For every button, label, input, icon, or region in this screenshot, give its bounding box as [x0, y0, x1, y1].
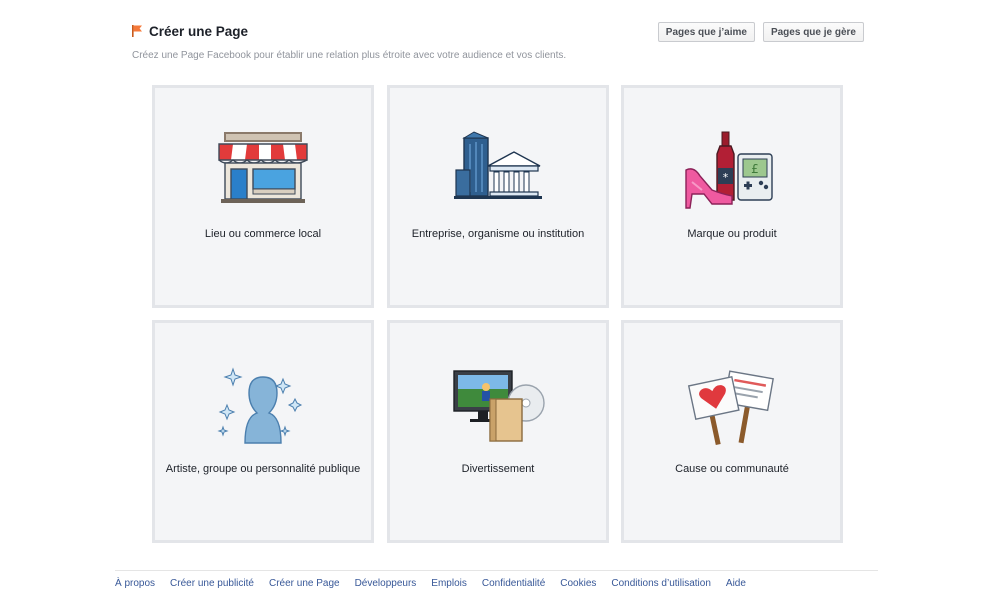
page-header: Créer une Page Créez une Page Facebook p… [131, 21, 864, 65]
category-label: Divertissement [461, 463, 535, 475]
footer-link-help[interactable]: Aide [726, 578, 746, 589]
category-label: Marque ou produit [687, 228, 777, 240]
category-label: Cause ou communauté [675, 463, 789, 475]
cause-signs-icon [682, 365, 782, 447]
category-label: Entreprise, organisme ou institution [411, 228, 585, 240]
header-buttons: Pages que j’aime Pages que je gère [657, 22, 864, 42]
category-label: Artiste, groupe ou personnalité publique [165, 463, 361, 475]
category-card-local-business[interactable]: Lieu ou commerce local [152, 85, 374, 308]
category-label: Lieu ou commerce local [204, 228, 322, 240]
footer-link-developers[interactable]: Développeurs [355, 578, 417, 589]
category-card-public-figure[interactable]: Artiste, groupe ou personnalité publique [152, 320, 374, 543]
liked-pages-button[interactable]: Pages que j’aime [657, 22, 755, 42]
footer-link-create-page[interactable]: Créer une Page [269, 578, 340, 589]
footer-link-terms[interactable]: Conditions d’utilisation [611, 578, 711, 589]
footer-link-about[interactable]: À propos [115, 578, 155, 589]
footer-link-cookies[interactable]: Cookies [560, 578, 596, 589]
footer-link-jobs[interactable]: Emplois [431, 578, 467, 589]
office-buildings-icon [448, 130, 548, 212]
svg-text:£: £ [751, 162, 759, 176]
category-card-entertainment[interactable]: Divertissement [387, 320, 609, 543]
page-subtitle: Créez une Page Facebook pour établir une… [132, 50, 567, 61]
category-card-brand[interactable]: * £ Marque ou produit [621, 85, 843, 308]
flag-icon [131, 24, 144, 38]
managed-pages-button[interactable]: Pages que je gère [762, 22, 864, 42]
category-card-cause[interactable]: Cause ou communauté [621, 320, 843, 543]
entertainment-icon [448, 365, 548, 447]
products-icon: * £ [682, 130, 782, 212]
storefront-icon [213, 130, 313, 212]
category-grid: Lieu ou commerce local Entreprise, organ… [152, 85, 844, 543]
page-title: Créer une Page [149, 23, 249, 39]
footer-divider [115, 570, 878, 571]
footer-links: À propos Créer une publicité Créer une P… [115, 578, 746, 589]
category-card-company[interactable]: Entreprise, organisme ou institution [387, 85, 609, 308]
public-figure-icon [213, 365, 313, 447]
footer-link-create-ad[interactable]: Créer une publicité [170, 578, 254, 589]
svg-text:*: * [723, 171, 729, 184]
footer-link-privacy[interactable]: Confidentialité [482, 578, 545, 589]
